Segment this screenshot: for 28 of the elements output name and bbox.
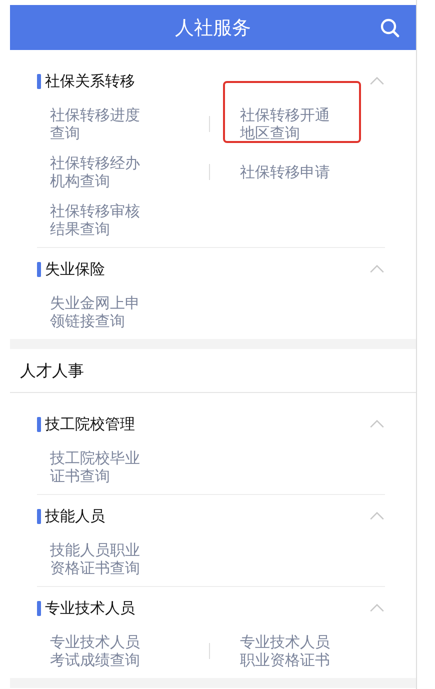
service-link[interactable]: 专业技术人员考试成绩查询 — [50, 633, 140, 669]
page-title: 人社服务 — [175, 16, 251, 40]
service-link[interactable]: 失业金网上申领链接查询 — [50, 294, 140, 330]
title-marker — [37, 416, 41, 432]
chevron-up-icon[interactable] — [369, 419, 385, 429]
group-title: 技能人员 — [45, 506, 106, 526]
service-link[interactable]: 技工院校毕业证书查询 — [50, 449, 140, 485]
service-link[interactable]: 社保转移进度查询 — [50, 106, 140, 142]
service-link[interactable]: 专业技术人员职业资格证书 — [240, 633, 330, 669]
chevron-up-icon[interactable] — [369, 264, 385, 274]
group-title: 失业保险 — [45, 260, 106, 278]
service-link[interactable]: 社保转移开通地区查询 — [240, 106, 330, 142]
chevron-up-icon[interactable] — [369, 76, 385, 86]
group-title: 技工院校管理 — [45, 414, 136, 434]
section-title: 人才人事 — [19, 360, 85, 382]
group-title: 专业技术人员 — [45, 598, 136, 618]
title-marker — [37, 262, 41, 276]
title-marker — [37, 600, 41, 616]
group-title: 社保关系转移 — [45, 72, 136, 90]
search-icon[interactable] — [380, 18, 400, 38]
service-link[interactable]: 社保转移申请 — [240, 163, 330, 181]
chevron-up-icon[interactable] — [369, 511, 385, 521]
title-marker — [37, 508, 41, 524]
service-link[interactable]: 社保转移经办机构查询 — [50, 154, 140, 190]
service-link[interactable]: 技能人员职业资格证书查询 — [50, 541, 140, 577]
title-marker — [37, 74, 41, 88]
service-link[interactable]: 社保转移审核结果查询 — [50, 202, 140, 238]
chevron-up-icon[interactable] — [369, 603, 385, 613]
